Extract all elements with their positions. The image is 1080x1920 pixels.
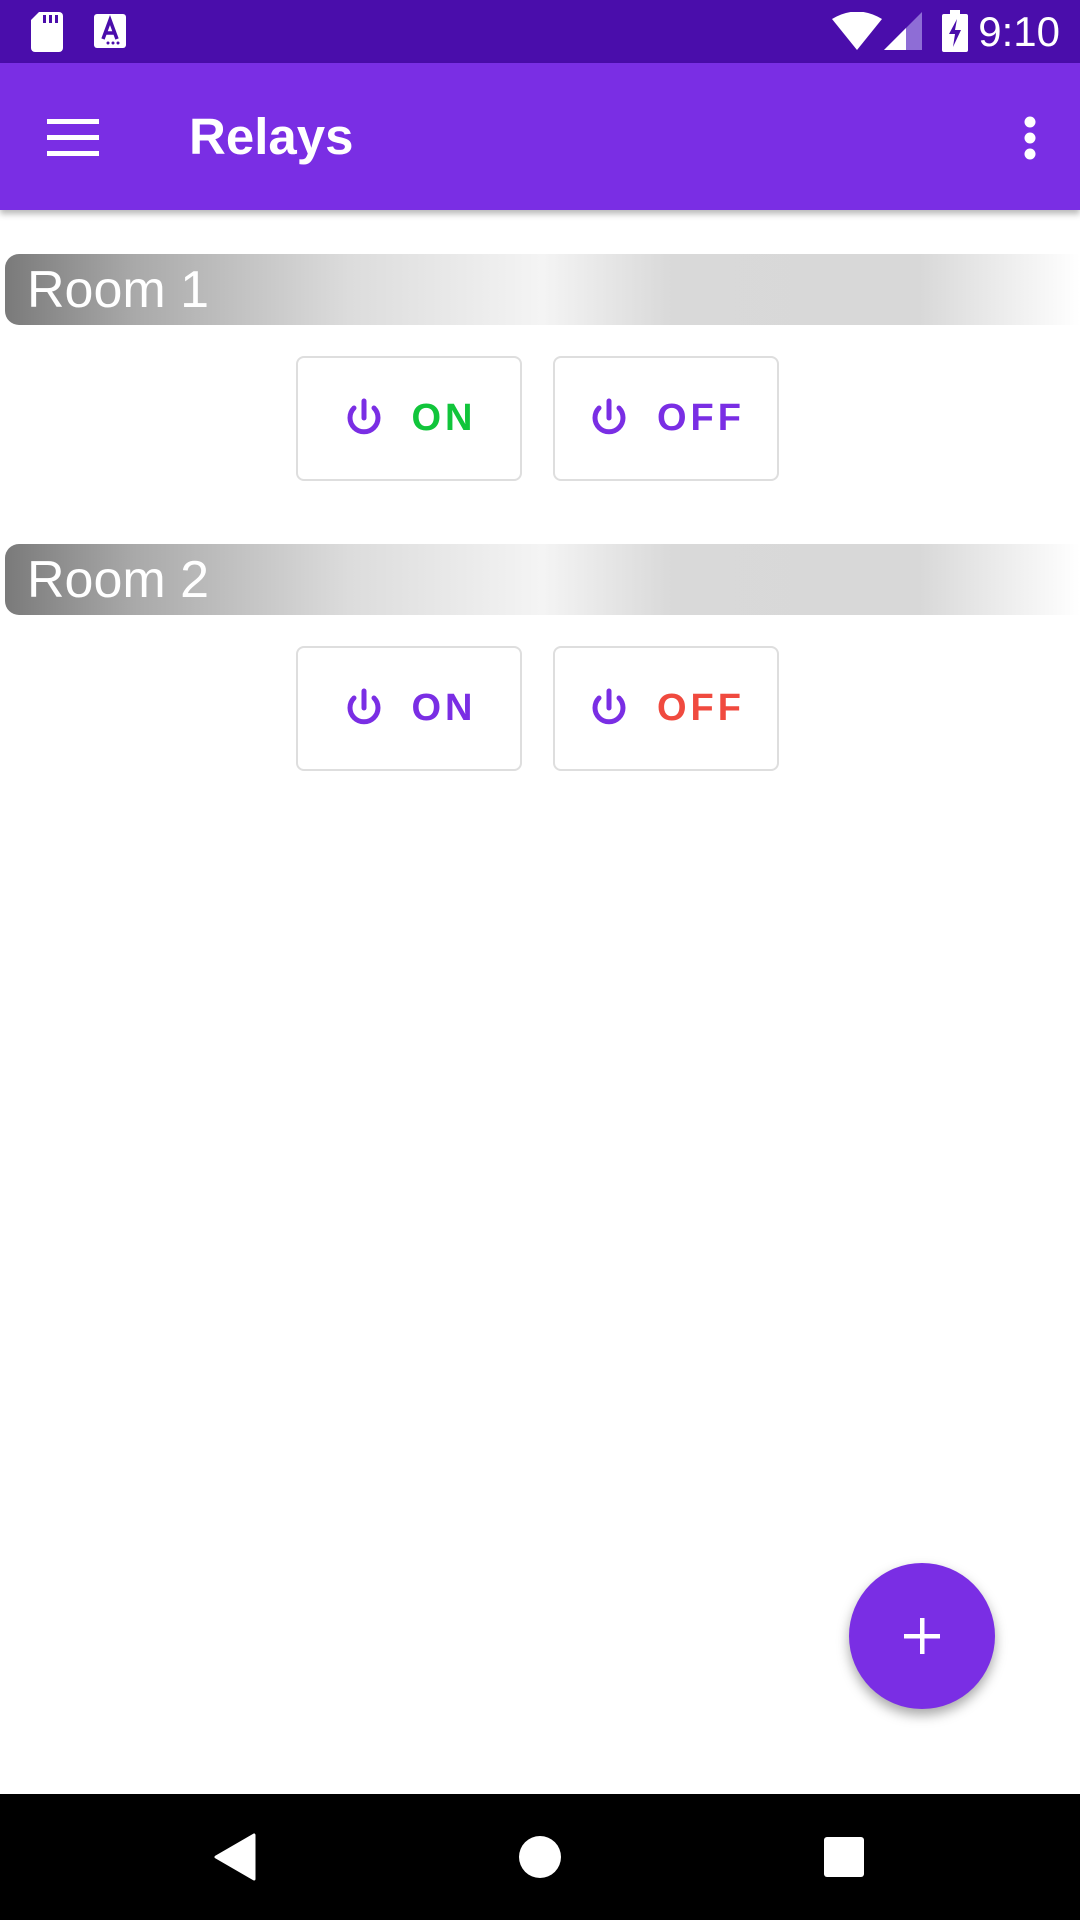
sd-card-icon [31, 12, 63, 57]
home-button[interactable] [495, 1812, 585, 1902]
add-room-fab[interactable] [849, 1563, 995, 1709]
menu-button[interactable] [22, 93, 124, 183]
on-label: ON [411, 397, 477, 439]
status-bar: 9:10 [0, 0, 1080, 63]
battery-charging-icon [942, 10, 968, 57]
room-name: Room 1 [27, 261, 210, 319]
room-1-on-button[interactable]: ON [296, 356, 522, 481]
room-header-2: Room 2 [5, 544, 1080, 615]
power-icon [592, 688, 626, 724]
off-label: OFF [657, 687, 745, 729]
room-1-off-button[interactable]: OFF [553, 356, 779, 481]
overflow-menu-button[interactable] [990, 93, 1070, 183]
back-button[interactable] [191, 1812, 281, 1902]
home-icon [519, 1836, 561, 1878]
wifi-icon [832, 11, 882, 55]
off-label: OFF [657, 397, 745, 439]
power-icon [592, 398, 626, 434]
room-header-1: Room 1 [5, 254, 1080, 325]
more-vert-icon [1024, 116, 1036, 160]
plus-icon [904, 1618, 940, 1654]
text-a-icon [94, 14, 126, 53]
room-name: Room 2 [27, 551, 210, 609]
status-time: 9:10 [978, 8, 1060, 55]
page-title: Relays [189, 108, 354, 165]
power-icon [347, 398, 380, 434]
hamburger-menu-icon [47, 119, 99, 156]
recents-button[interactable] [799, 1812, 889, 1902]
back-icon [214, 1833, 256, 1881]
recents-icon [824, 1837, 864, 1877]
on-label: ON [411, 687, 477, 729]
app-bar: Relays [0, 63, 1080, 210]
room-2-on-button[interactable]: ON [296, 646, 522, 771]
cell-signal-icon [884, 12, 922, 55]
room-2-off-button[interactable]: OFF [553, 646, 779, 771]
power-icon [347, 688, 380, 724]
navigation-bar [0, 1794, 1080, 1920]
